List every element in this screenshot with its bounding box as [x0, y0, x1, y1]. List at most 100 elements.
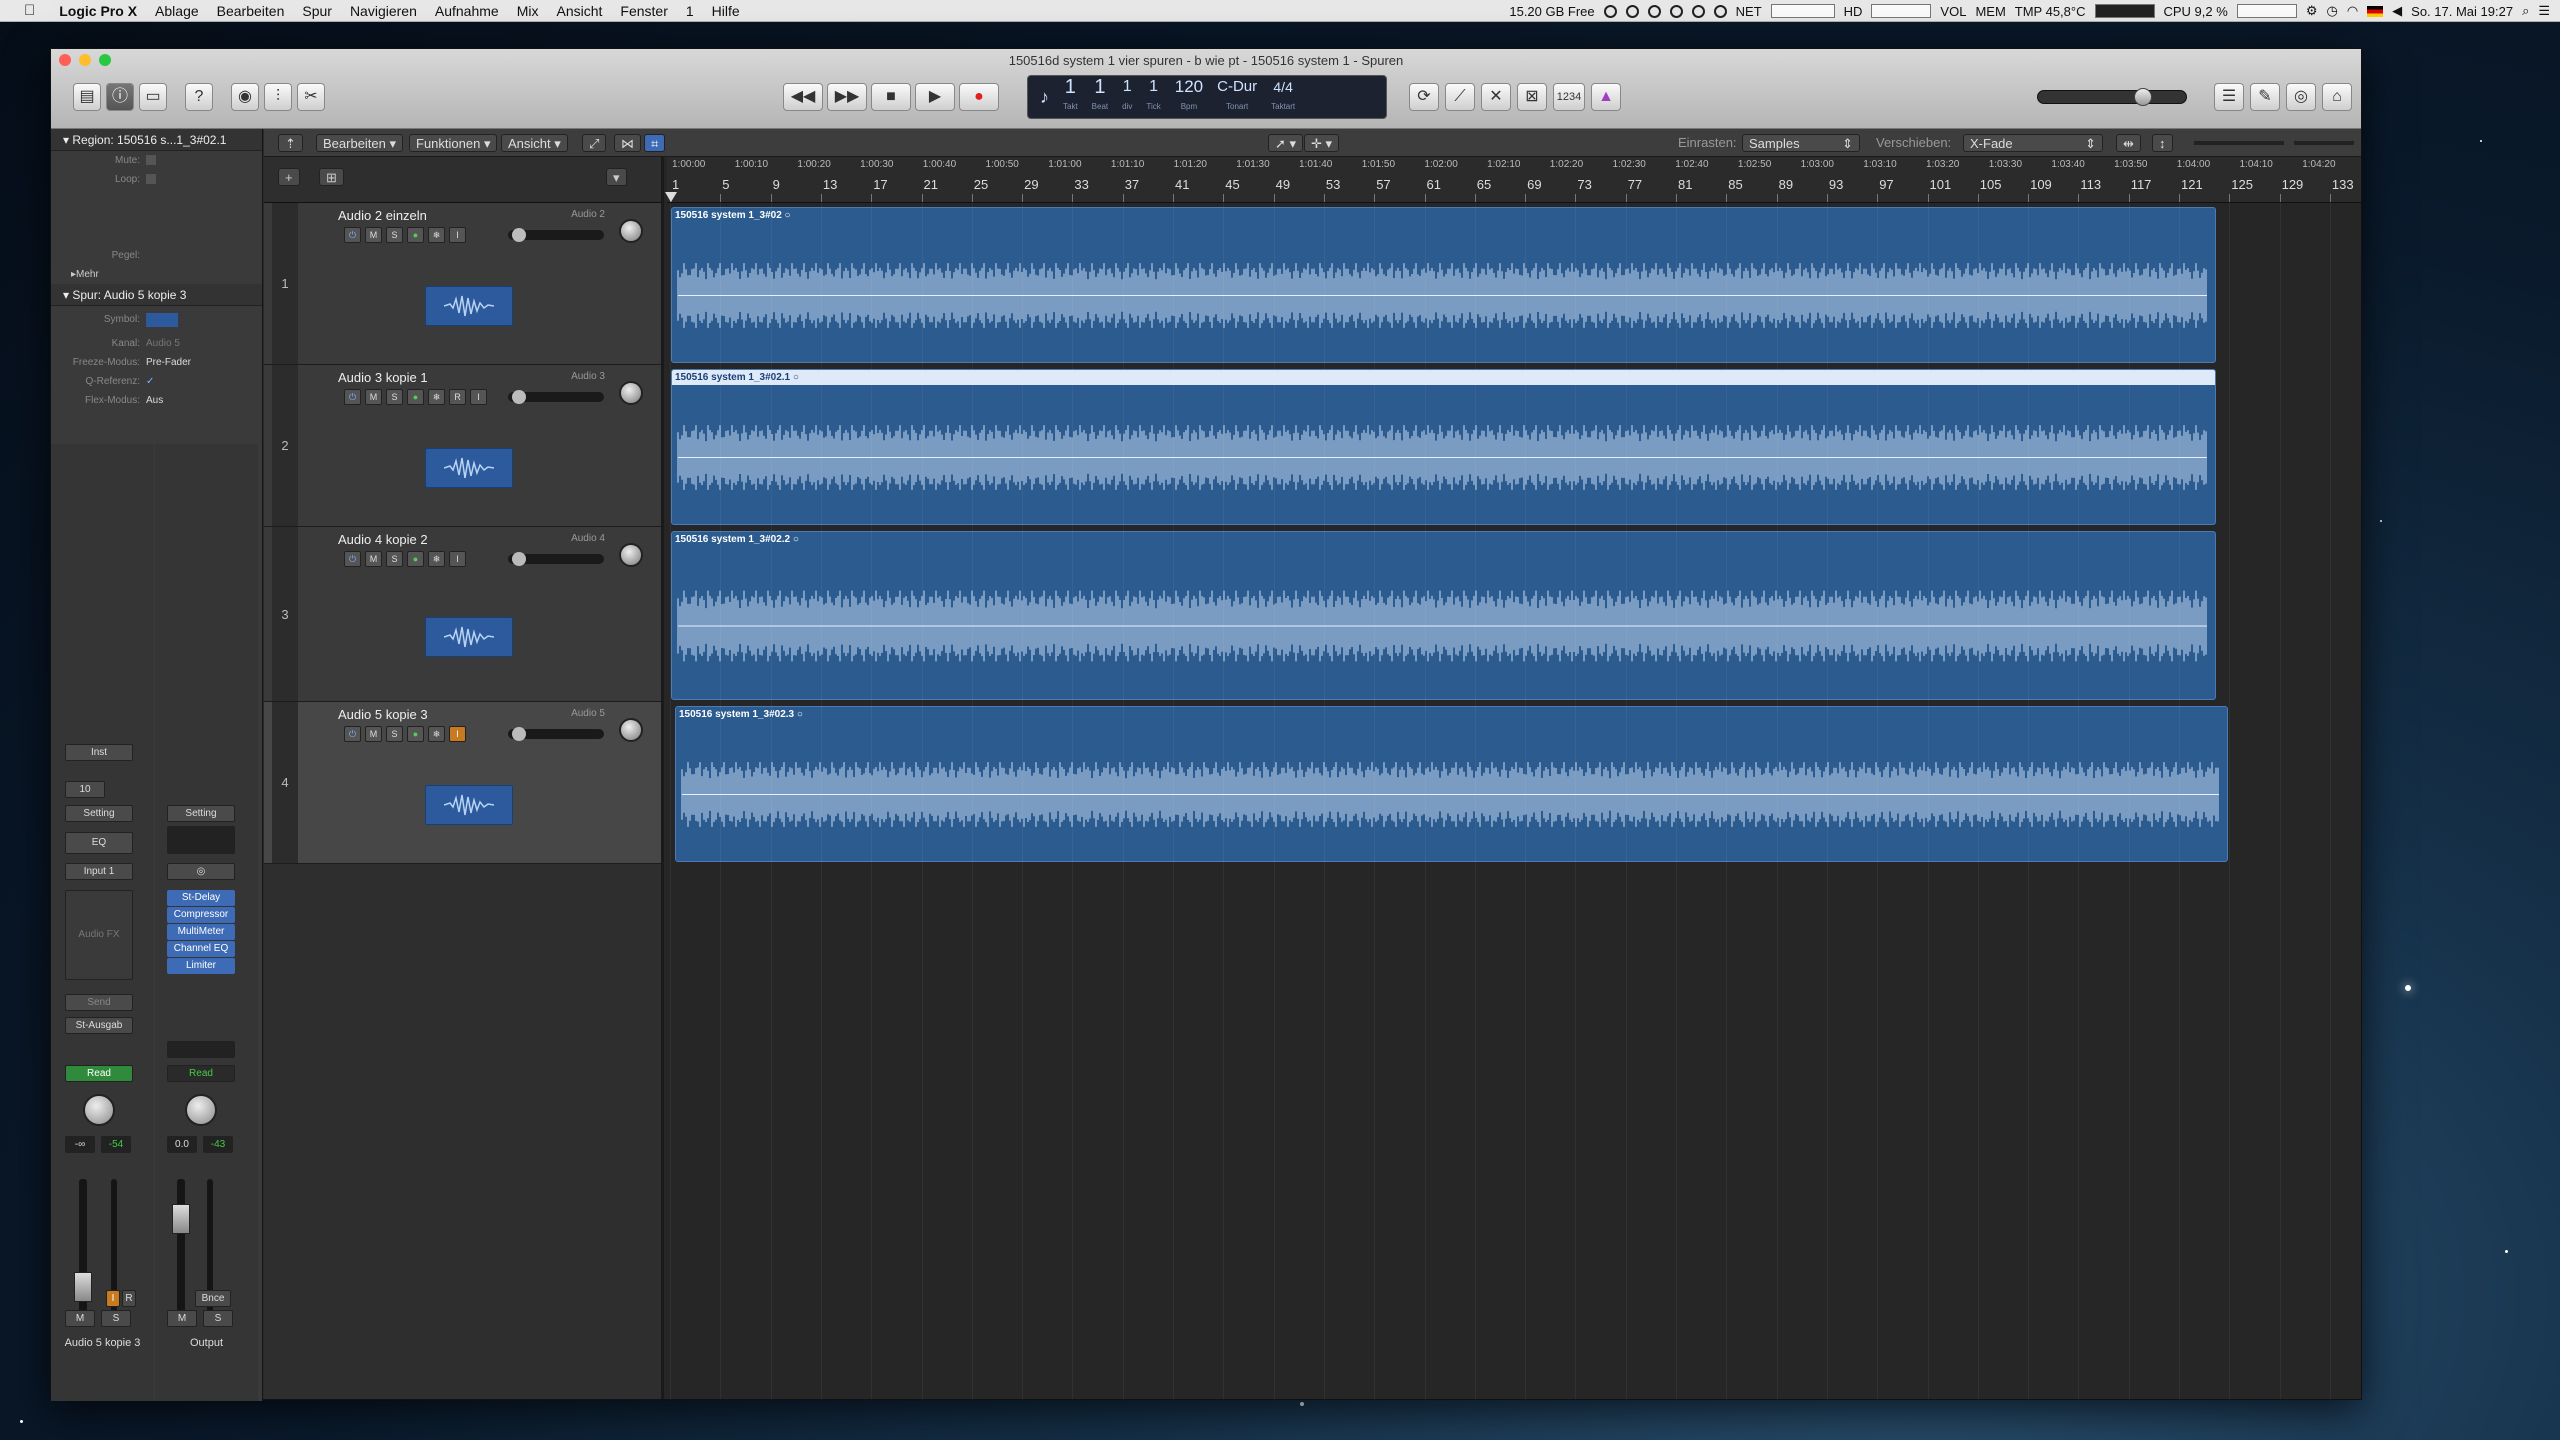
menu-bearbeiten[interactable]: Bearbeiten	[208, 3, 294, 19]
track-pan-knob[interactable]	[619, 219, 643, 243]
track-input-monitor-button[interactable]: I	[449, 227, 466, 243]
region-inspector-header[interactable]: ▾ Region: 150516 s...1_3#02.1	[51, 129, 262, 151]
lcd-key[interactable]: C-Dur Tonart	[1217, 77, 1257, 117]
master-volume-slider[interactable]	[2037, 88, 2187, 106]
track-lock-icon[interactable]: ●	[407, 227, 424, 243]
time-machine-icon[interactable]: ◷	[2326, 3, 2337, 19]
fan-icon[interactable]: ⚙	[2306, 3, 2318, 19]
forward-button[interactable]: ▶▶	[827, 83, 867, 111]
track-freeze-icon[interactable]: ❄	[428, 227, 445, 243]
lcd-tempo[interactable]: 120 Bpm	[1175, 77, 1203, 117]
volume-readout[interactable]: 0.0	[167, 1136, 197, 1153]
audio-fx-slot[interactable]: Audio FX	[65, 890, 133, 980]
snap-select[interactable]: Samples ⇕	[1742, 134, 1860, 152]
plugin-slot[interactable]: MultiMeter	[167, 924, 235, 940]
flex-row[interactable]: Flex-Modus: Aus	[51, 391, 262, 410]
track-volume-slider[interactable]	[508, 390, 604, 404]
track-list-menu[interactable]: ▾	[606, 168, 627, 186]
audio-region[interactable]: 150516 system 1_3#02 ○	[671, 207, 2216, 363]
track-name[interactable]: Audio 3 kopie 1	[338, 370, 428, 385]
track-on-button[interactable]: ⏻	[344, 389, 361, 405]
track-lanes[interactable]: 150516 system 1_3#02 ○ 150516 system 1_3#…	[667, 203, 2361, 1399]
library-button[interactable]: ▤	[73, 83, 101, 111]
loop-checkbox[interactable]	[146, 174, 156, 184]
plugin-slot[interactable]: St-Delay	[167, 890, 235, 906]
master-volume-knob[interactable]	[2134, 88, 2152, 106]
track-folder-button[interactable]: ⊞	[319, 168, 344, 186]
play-button[interactable]: ▶	[915, 83, 955, 111]
flex-value[interactable]: Aus	[146, 391, 163, 410]
playhead[interactable]	[665, 192, 677, 202]
audio-region[interactable]: 150516 system 1_3#02.1 ○	[671, 369, 2216, 525]
clock[interactable]: So. 17. Mai 19:27	[2411, 4, 2513, 19]
catch-button[interactable]: ⤢	[582, 134, 607, 152]
solo-button[interactable]: S	[101, 1310, 131, 1327]
track-on-button[interactable]: ⏻	[344, 726, 361, 742]
menu-app[interactable]: Logic Pro X	[45, 3, 146, 19]
audio-region[interactable]: 150516 system 1_3#02.3 ○	[675, 706, 2228, 862]
audio-region[interactable]: 150516 system 1_3#02.2 ○	[671, 531, 2216, 700]
net-status[interactable]: NET	[1736, 4, 1762, 19]
vertical-zoom-slider[interactable]	[2294, 141, 2354, 145]
bounce-button[interactable]: Bnce	[195, 1290, 231, 1307]
pencil-tool-menu[interactable]: ✛ ▾	[1304, 134, 1340, 152]
horizontal-zoom-slider[interactable]	[2194, 141, 2284, 145]
track-freeze-icon[interactable]: ❄	[428, 389, 445, 405]
track-on-button[interactable]: ⏻	[344, 551, 361, 567]
menu-bearbeiten-tracks[interactable]: Bearbeiten ▾	[316, 134, 404, 152]
tmp-status[interactable]: TMP 45,8°C	[2015, 4, 2086, 19]
volume-fader-cap[interactable]	[172, 1204, 190, 1234]
inspector-button[interactable]: ⓘ	[106, 83, 134, 111]
setting-button[interactable]: Setting	[65, 805, 133, 822]
eq-button[interactable]: EQ	[65, 832, 133, 854]
editors-button[interactable]: ✂	[297, 83, 325, 111]
waveform-zoom-button[interactable]: ⇹	[2116, 134, 2141, 152]
circle-icon[interactable]	[1691, 4, 1705, 18]
track-header[interactable]: 4 Audio 5 kopie 3 Audio 5 ⏻ M S ● ❄ I	[264, 702, 661, 864]
menu-ablage[interactable]: Ablage	[146, 3, 208, 19]
quick-help-button[interactable]: ?	[185, 83, 213, 111]
track-name[interactable]: Audio 5 kopie 3	[338, 707, 428, 722]
track-freeze-icon[interactable]: ❄	[428, 726, 445, 742]
eye-icon[interactable]	[1603, 4, 1617, 18]
track-mute-button[interactable]: M	[365, 227, 382, 243]
solo-button[interactable]: ✕	[1481, 83, 1511, 111]
notepad-button[interactable]: ✎	[2250, 83, 2280, 111]
solo-button[interactable]: S	[203, 1310, 233, 1327]
track-lock-icon[interactable]: ●	[407, 726, 424, 742]
record-enable-button[interactable]: R	[122, 1290, 136, 1307]
freeze-row[interactable]: Freeze-Modus: Pre-Fader	[51, 353, 262, 372]
counter-button[interactable]: 1234	[1553, 83, 1585, 111]
mem-status[interactable]: MEM	[1975, 4, 2005, 19]
stop-button[interactable]: ■	[871, 83, 911, 111]
list-editors-button[interactable]: ☰	[2214, 83, 2244, 111]
menu-mix[interactable]: Mix	[508, 3, 548, 19]
mehr-disclosure[interactable]: ▸ Mehr	[51, 265, 262, 284]
apple-menu-icon[interactable]: 	[0, 2, 45, 19]
metronome-icon[interactable]: ♪	[1040, 87, 1049, 108]
flex-button[interactable]: ⋈	[614, 134, 641, 152]
track-pan-knob[interactable]	[619, 718, 643, 742]
vol-status[interactable]: VOL	[1940, 4, 1966, 19]
spotlight-icon[interactable]: ⌕	[2522, 3, 2529, 19]
track-name[interactable]: Audio 4 kopie 2	[338, 532, 428, 547]
flex-view-button[interactable]: ⌗	[644, 134, 666, 152]
volume-fader-cap[interactable]	[74, 1272, 92, 1302]
mute-checkbox[interactable]	[146, 155, 156, 165]
menu-navigieren[interactable]: Navigieren	[341, 3, 426, 19]
track-volume-slider[interactable]	[508, 552, 604, 566]
q-reference-check[interactable]: ✓	[146, 372, 154, 391]
track-solo-button[interactable]: S	[386, 227, 403, 243]
timer-icon[interactable]	[1713, 4, 1727, 18]
menu-ansicht-tracks[interactable]: Ansicht ▾	[501, 134, 568, 152]
power-icon[interactable]	[1625, 4, 1639, 18]
hd-status[interactable]: HD	[1844, 4, 1863, 19]
plugin-slot[interactable]: Compressor	[167, 907, 235, 923]
vertical-zoom-button[interactable]: ↕	[2152, 134, 2173, 152]
plugin-slot[interactable]: Limiter	[167, 958, 235, 974]
mute-button[interactable]: M	[167, 1310, 197, 1327]
track-pan-knob[interactable]	[619, 543, 643, 567]
track-on-button[interactable]: ⏻	[344, 227, 361, 243]
cycle-button[interactable]: ⟳	[1409, 83, 1439, 111]
menu-spur[interactable]: Spur	[293, 3, 341, 19]
